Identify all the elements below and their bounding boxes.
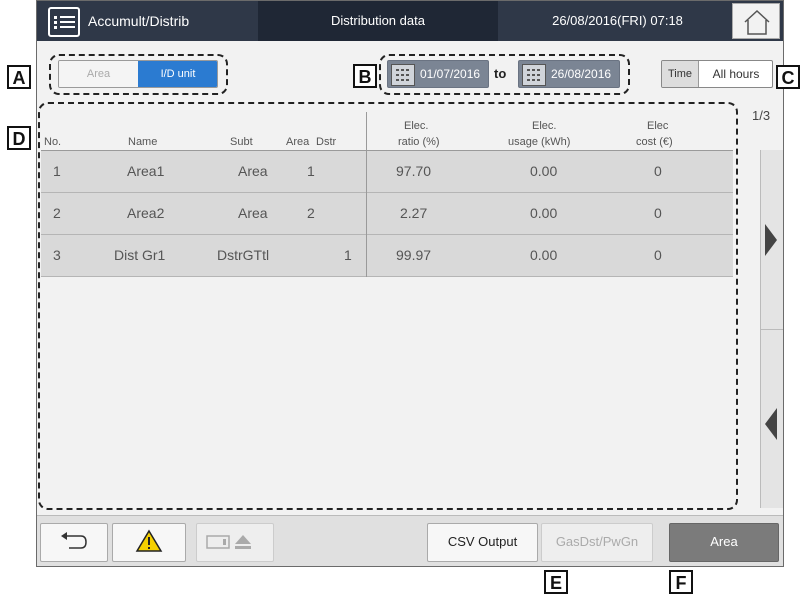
- area-button[interactable]: Area: [669, 523, 779, 562]
- sd-card-eject-icon: [206, 535, 251, 549]
- warning-icon: [135, 529, 163, 552]
- callout-box-a: [49, 54, 228, 95]
- sd-card-eject-button[interactable]: [196, 523, 274, 562]
- time-label: Time: [662, 61, 699, 87]
- datetime-display: 26/08/2016(FRI) 07:18: [552, 13, 683, 28]
- gasdst-pwgn-button[interactable]: GasDst/PwGn: [541, 523, 653, 562]
- menu-list-icon[interactable]: [48, 7, 80, 37]
- callout-label-e: E: [544, 570, 568, 594]
- csv-output-button[interactable]: CSV Output: [427, 523, 538, 562]
- callout-box-d: [38, 102, 738, 510]
- home-button[interactable]: [732, 3, 780, 39]
- back-button[interactable]: [40, 523, 108, 562]
- callout-label-d: D: [7, 126, 31, 150]
- callout-label-b: B: [353, 64, 377, 88]
- return-arrow-icon: [61, 532, 87, 549]
- callout-label-a: A: [7, 65, 31, 89]
- app-title: Accumult/Distrib: [88, 13, 190, 29]
- time-range-button[interactable]: Time All hours: [661, 60, 773, 88]
- time-value: All hours: [712, 67, 760, 81]
- page-indicator: 1/3: [752, 108, 771, 123]
- callout-box-b: [379, 54, 630, 95]
- callout-label-c: C: [776, 65, 800, 89]
- arrow-left-icon: [765, 408, 777, 440]
- page-prev-button[interactable]: [760, 332, 783, 508]
- page-title: Distribution data: [258, 1, 498, 41]
- arrow-right-icon: [765, 224, 777, 256]
- home-icon: [744, 9, 770, 35]
- alert-button[interactable]: [112, 523, 186, 562]
- callout-label-f: F: [669, 570, 693, 594]
- page-next-button[interactable]: [760, 150, 783, 330]
